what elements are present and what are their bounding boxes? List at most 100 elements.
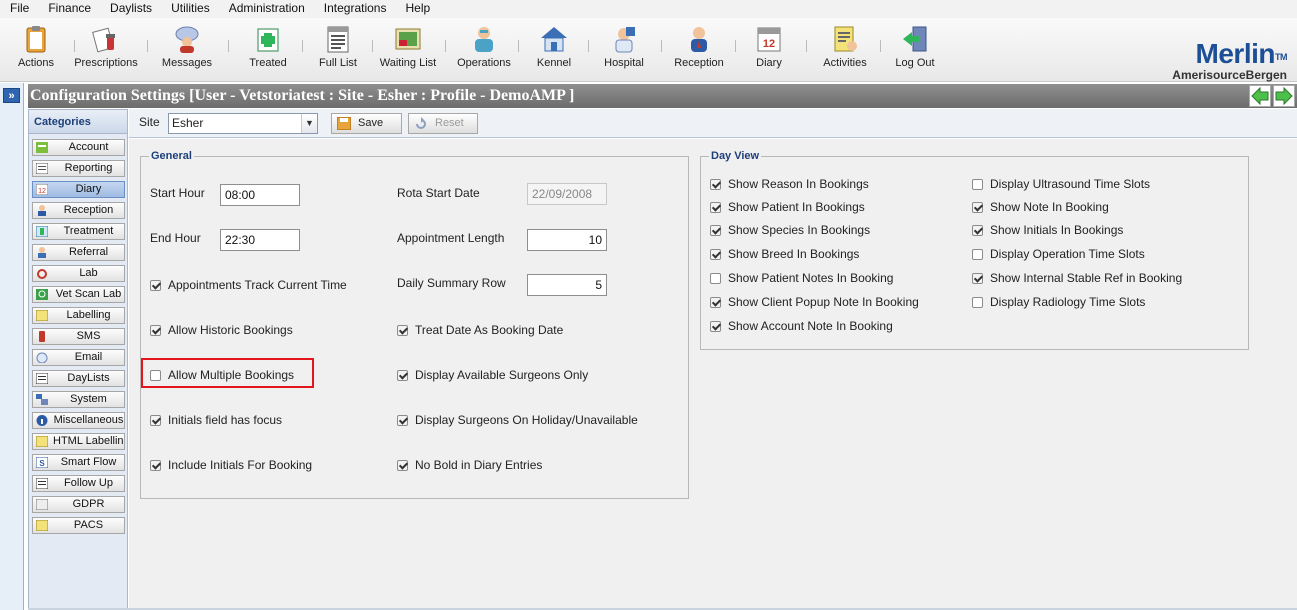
toolbar-waiting-list-button[interactable]: Waiting List — [373, 22, 443, 69]
category-lab[interactable]: Lab — [32, 265, 125, 282]
toolbar-separator — [228, 40, 229, 52]
display-surgeons-on-holiday-checkbox[interactable]: Display Surgeons On Holiday/Unavailable — [397, 413, 638, 427]
toolbar-actions-button[interactable]: Actions — [1, 22, 71, 69]
toolbar-operations-button[interactable]: Operations — [449, 22, 519, 69]
site-label: Site — [139, 115, 160, 129]
lab-icon — [36, 268, 48, 279]
category-gdpr[interactable]: GDPR — [32, 496, 125, 513]
display-operation-time-slots-checkbox[interactable]: Display Operation Time Slots — [972, 247, 1145, 261]
show-note-in-booking-checkbox[interactable]: Show Note In Booking — [972, 200, 1109, 214]
show-species-in-bookings-checkbox[interactable]: Show Species In Bookings — [710, 223, 870, 237]
category-account[interactable]: Account — [32, 139, 125, 156]
menu-administration[interactable]: Administration — [219, 0, 314, 18]
show-initials-in-bookings-checkbox[interactable]: Show Initials In Bookings — [972, 223, 1123, 237]
toolbar-diary-button[interactable]: 12 Diary — [734, 22, 804, 69]
menu-help[interactable]: Help — [395, 0, 439, 18]
page-title-bar: Configuration Settings [User - Vetstoria… — [28, 84, 1297, 108]
toolbar-activities-button[interactable]: Activities — [810, 22, 880, 69]
start-hour-input[interactable]: 08:00 — [220, 184, 300, 206]
menu-file[interactable]: File — [0, 0, 38, 18]
toolbar-logout-button[interactable]: Log Out — [880, 22, 950, 69]
svg-text:12: 12 — [38, 188, 46, 195]
display-radiology-time-slots-checkbox[interactable]: Display Radiology Time Slots — [972, 295, 1145, 309]
reset-button[interactable]: Reset — [408, 113, 478, 134]
initials-field-has-focus-checkbox[interactable]: Initials field has focus — [150, 413, 282, 427]
categories-panel: Categories Account Reporting 12 Diary Rec… — [28, 109, 128, 610]
reception-icon — [684, 24, 714, 54]
merlin-logo: MerlinTM AmerisourceBergen — [1172, 38, 1287, 83]
toolbar-separator — [147, 40, 148, 52]
show-account-note-in-booking-checkbox[interactable]: Show Account Note In Booking — [710, 319, 893, 333]
page-title: Configuration Settings [User - Vetstoria… — [30, 87, 575, 104]
messages-icon — [172, 24, 202, 54]
appointment-length-input[interactable]: 10 — [527, 229, 607, 251]
category-smart-flow[interactable]: S Smart Flow — [32, 454, 125, 471]
back-arrow-button[interactable] — [1249, 85, 1271, 107]
hospital-icon — [609, 24, 639, 54]
category-sms[interactable]: SMS — [32, 328, 125, 345]
treat-date-as-booking-date-checkbox[interactable]: Treat Date As Booking Date — [397, 323, 563, 337]
pacs-icon — [35, 519, 49, 532]
category-labelling[interactable]: Labelling — [32, 307, 125, 324]
menu-integrations[interactable]: Integrations — [314, 0, 396, 18]
appointments-track-current-time-checkbox[interactable]: Appointments Track Current Time — [150, 278, 347, 292]
show-patient-in-bookings-checkbox[interactable]: Show Patient In Bookings — [710, 200, 865, 214]
chevron-down-icon[interactable]: ▼ — [301, 114, 317, 133]
include-initials-for-booking-checkbox[interactable]: Include Initials For Booking — [150, 458, 312, 472]
left-collapse-strip: » — [0, 83, 24, 610]
category-system[interactable]: System — [32, 391, 125, 408]
category-html-labelling[interactable]: HTML Labelling — [32, 433, 125, 450]
display-ultrasound-time-slots-checkbox[interactable]: Display Ultrasound Time Slots — [972, 177, 1150, 191]
arrow-right-icon — [1275, 86, 1293, 106]
category-reporting[interactable]: Reporting — [32, 160, 125, 177]
category-pacs[interactable]: PACS — [32, 517, 125, 534]
category-treatment[interactable]: Treatment — [32, 223, 125, 240]
category-follow-up[interactable]: Follow Up — [32, 475, 125, 492]
category-vet-scan-lab[interactable]: Vet Scan Lab — [32, 286, 125, 303]
save-button[interactable]: Save — [331, 113, 402, 134]
category-email[interactable]: Email — [32, 349, 125, 366]
menu-utilities[interactable]: Utilities — [161, 0, 219, 18]
category-reception[interactable]: Reception — [32, 202, 125, 219]
show-patient-notes-in-booking-checkbox[interactable]: Show Patient Notes In Booking — [710, 271, 893, 285]
display-available-surgeons-only-checkbox[interactable]: Display Available Surgeons Only — [397, 368, 588, 382]
clipboard-icon — [21, 24, 51, 54]
no-bold-in-diary-entries-checkbox[interactable]: No Bold in Diary Entries — [397, 458, 542, 472]
daily-summary-row-input[interactable]: 5 — [527, 274, 607, 296]
menu-finance[interactable]: Finance — [38, 0, 100, 18]
toolbar-reception-button[interactable]: Reception — [664, 22, 734, 69]
category-daylists[interactable]: DayLists — [32, 370, 125, 387]
toolbar-treated-button[interactable]: Treated — [233, 22, 303, 69]
nav-arrows — [1249, 85, 1295, 107]
toolbar-separator — [74, 40, 75, 52]
category-diary[interactable]: 12 Diary — [32, 181, 125, 198]
menu-daylists[interactable]: Daylists — [100, 0, 161, 18]
treatment-icon — [35, 225, 49, 238]
toolbar-full-list-button[interactable]: Full List — [303, 22, 373, 69]
show-internal-stable-ref-checkbox[interactable]: Show Internal Stable Ref in Booking — [972, 271, 1182, 285]
html-labelling-icon — [35, 435, 49, 448]
toolbar-separator — [588, 40, 589, 52]
toolbar-messages-button[interactable]: Messages — [152, 22, 222, 69]
allow-historic-bookings-checkbox[interactable]: Allow Historic Bookings — [150, 323, 293, 337]
end-hour-label: End Hour — [150, 231, 201, 245]
show-reason-in-bookings-checkbox[interactable]: Show Reason In Bookings — [710, 177, 869, 191]
save-icon — [336, 116, 352, 131]
category-referral[interactable]: Referral — [32, 244, 125, 261]
show-client-popup-note-checkbox[interactable]: Show Client Popup Note In Booking — [710, 295, 919, 309]
toolbar-prescriptions-button[interactable]: Prescriptions — [71, 22, 141, 69]
calendar-icon: 12 — [754, 24, 784, 54]
smart-flow-icon: S — [35, 456, 49, 469]
reset-icon — [414, 117, 428, 130]
end-hour-input[interactable]: 22:30 — [220, 229, 300, 251]
toolbar-hospital-button[interactable]: Hospital — [589, 22, 659, 69]
treated-icon — [253, 24, 283, 54]
site-select[interactable]: Esher ▼ — [168, 113, 318, 134]
expand-panel-button[interactable]: » — [3, 88, 20, 103]
show-breed-in-bookings-checkbox[interactable]: Show Breed In Bookings — [710, 247, 859, 261]
referral-icon — [36, 247, 48, 258]
forward-arrow-button[interactable] — [1273, 85, 1295, 107]
toolbar-kennel-button[interactable]: Kennel — [519, 22, 589, 69]
category-miscellaneous[interactable]: Miscellaneous — [32, 412, 125, 429]
rota-start-date-input[interactable]: 22/09/2008 — [527, 183, 607, 205]
